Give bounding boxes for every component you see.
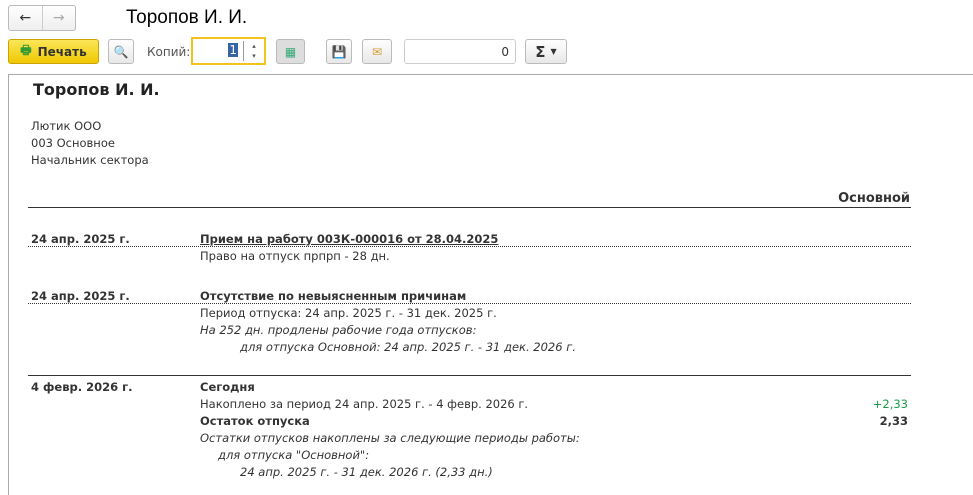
entry-line: для отпуска "Основной":	[218, 448, 370, 462]
preview-button[interactable]: 🔍	[108, 39, 134, 64]
divider	[28, 207, 911, 208]
window-title: Торопов И. И.	[126, 7, 248, 28]
divider	[28, 246, 911, 247]
balance-label: Остаток отпуска	[200, 414, 310, 428]
entry-date: 4 февр. 2026 г.	[31, 380, 133, 394]
entry-title: Отсутствие по невыясненным причинам	[200, 289, 467, 303]
divider	[28, 303, 911, 304]
printer-icon: 🖶	[20, 43, 32, 57]
organization: Лютик ООО	[31, 119, 102, 133]
balance-value: 2,33	[879, 414, 908, 428]
entry-line: для отпуска Основной: 24 апр. 2025 г. - …	[240, 340, 576, 354]
copies-input[interactable]: 1 ▴ ▾	[191, 37, 266, 65]
entry-title: Сегодня	[200, 380, 255, 394]
chevron-down-icon: ▼	[550, 47, 557, 56]
envelope-icon: ✉	[371, 44, 383, 59]
accrued-label: Накоплено за период 24 апр. 2025 г. - 4 …	[200, 397, 529, 411]
print-button[interactable]: 🖶 Печать	[8, 39, 99, 64]
divider	[28, 375, 911, 376]
nav-buttons: ← →	[8, 5, 76, 31]
department: 003 Основное	[31, 136, 115, 150]
edit-table-button[interactable]: ▦	[276, 39, 305, 64]
save-icon: 💾	[331, 44, 347, 59]
sum-button[interactable]: Σ ▼	[525, 39, 567, 64]
table-edit-icon: ▦	[284, 44, 297, 59]
entry-title-link[interactable]: Прием на работу 003К-000016 от 28.04.202…	[200, 232, 498, 246]
entry-line: Право на отпуск прпрп - 28 дн.	[200, 249, 390, 263]
entry-date: 24 апр. 2025 г.	[31, 289, 130, 303]
copies-stepper[interactable]: ▴ ▾	[243, 41, 264, 61]
column-header: Основной	[838, 191, 910, 206]
counter-field[interactable]: 0	[404, 39, 516, 64]
forward-button[interactable]: →	[43, 6, 76, 30]
save-button[interactable]: 💾	[326, 39, 352, 64]
entry-line: Остатки отпусков накоплены за следующие …	[200, 431, 580, 445]
preview-icon: 🔍	[113, 44, 129, 59]
copies-label: Копий:	[147, 45, 191, 59]
back-button[interactable]: ←	[9, 6, 43, 30]
email-button[interactable]: ✉	[362, 39, 392, 64]
entry-line: Период отпуска: 24 апр. 2025 г. - 31 дек…	[200, 306, 497, 320]
entry-date: 24 апр. 2025 г.	[31, 232, 130, 246]
position: Начальник сектора	[31, 153, 149, 167]
entry-line: На 252 дн. продлены рабочие года отпуско…	[200, 323, 477, 337]
entry-line: 24 апр. 2025 г. - 31 дек. 2026 г. (2,33 …	[240, 465, 493, 479]
accrued-value: +2,33	[872, 397, 908, 411]
employee-name: Торопов И. И.	[33, 80, 160, 99]
